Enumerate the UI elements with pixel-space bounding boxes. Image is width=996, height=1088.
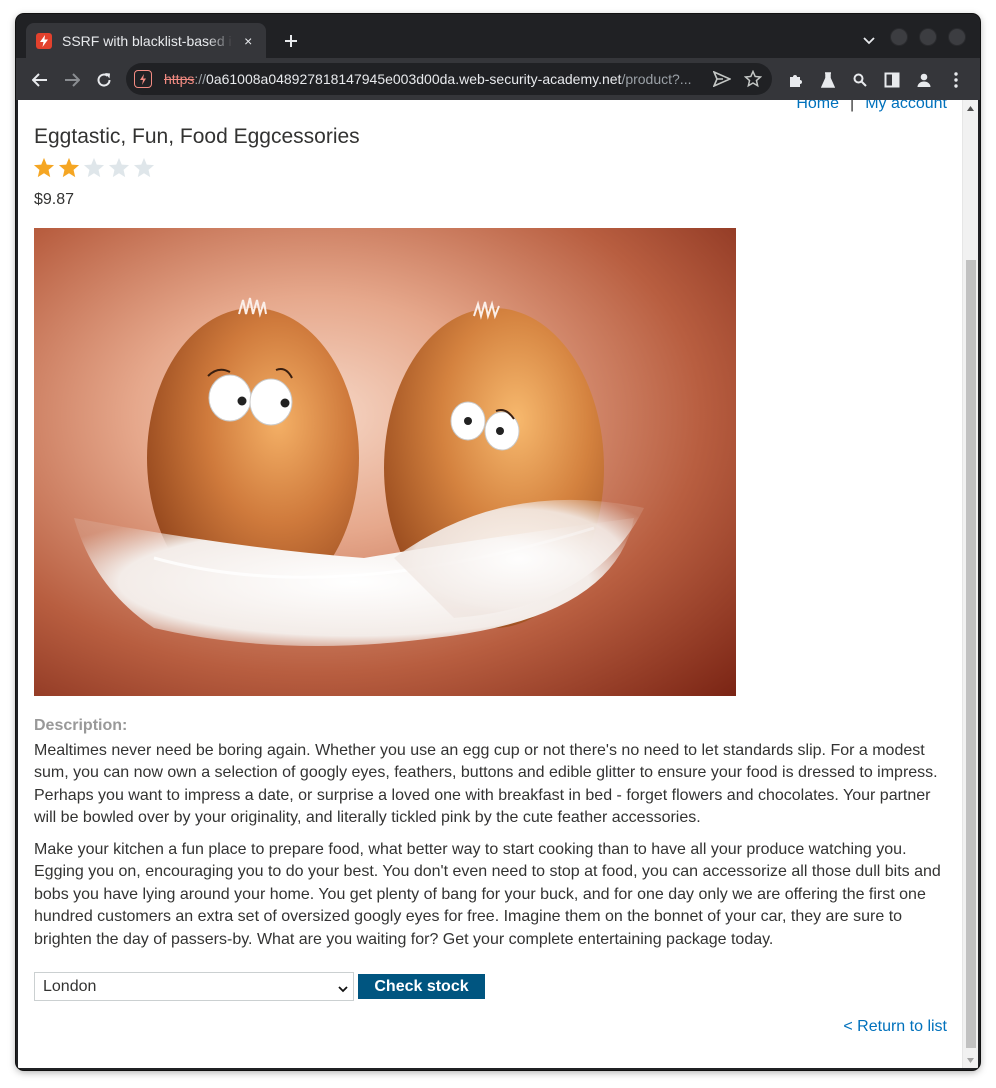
minimize-button[interactable] — [890, 28, 908, 46]
new-tab-button[interactable] — [278, 28, 304, 54]
product-price: $9.87 — [34, 191, 75, 208]
my-account-link[interactable]: My account — [865, 100, 947, 113]
browser-toolbar: https://0a61008a048927818147945e003d00da… — [16, 58, 980, 100]
tab-strip: SSRF with blacklist-based input filter × — [16, 14, 980, 58]
description-paragraph-1: Mealtimes never need be boring again. Wh… — [34, 742, 938, 827]
maximize-button[interactable] — [919, 28, 937, 46]
search-icon[interactable] — [848, 68, 872, 92]
vertical-scrollbar[interactable] — [962, 100, 978, 1068]
scrollbar-thumb[interactable] — [966, 260, 976, 1048]
browser-tab[interactable]: SSRF with blacklist-based input filter × — [26, 23, 266, 58]
close-window-button[interactable] — [948, 28, 966, 46]
check-stock-button[interactable]: Check stock — [358, 974, 485, 999]
scroll-up-arrow-icon[interactable] — [963, 100, 978, 116]
chevron-down-icon — [338, 981, 348, 999]
forward-icon[interactable] — [58, 66, 86, 94]
side-panel-icon[interactable] — [880, 68, 904, 92]
tab-title: SSRF with blacklist-based input filter — [62, 32, 233, 49]
browser-window: SSRF with blacklist-based input filter ×… — [16, 14, 980, 1070]
scroll-down-arrow-icon[interactable] — [963, 1052, 978, 1068]
lab-favicon-icon — [36, 32, 52, 49]
url-scheme: https — [164, 71, 195, 87]
tab-close-icon[interactable]: × — [241, 33, 257, 49]
stock-check-form: London Check stock — [34, 972, 485, 1001]
top-nav: Home | My account — [796, 100, 947, 113]
product-page: Home | My account Eggtastic, Fun, Food E… — [18, 100, 962, 1068]
store-select[interactable]: London — [34, 972, 354, 1001]
home-link[interactable]: Home — [796, 100, 839, 113]
star-filled-icon — [58, 157, 83, 179]
bookmark-star-icon[interactable] — [742, 68, 764, 90]
product-image — [34, 228, 736, 696]
back-icon[interactable] — [26, 66, 54, 94]
url-separator: :// — [194, 71, 207, 87]
description-paragraph-2: Make your kitchen a fun place to prepare… — [34, 841, 941, 948]
not-secure-icon[interactable] — [134, 70, 152, 88]
nav-separator: | — [850, 100, 855, 112]
address-bar[interactable]: https://0a61008a048927818147945e003d00da… — [126, 63, 772, 95]
kebab-menu-icon[interactable] — [944, 68, 968, 92]
star-empty-icon — [108, 157, 133, 179]
profile-avatar-icon[interactable] — [912, 68, 936, 92]
url-text[interactable]: https://0a61008a048927818147945e003d00da… — [164, 71, 701, 87]
return-to-list-link[interactable]: < Return to list — [843, 1018, 947, 1036]
url-host: 0a61008a048927818147945e003d00da.web-sec… — [206, 71, 622, 87]
star-empty-icon — [83, 157, 108, 179]
send-tab-icon[interactable] — [711, 68, 733, 90]
reload-icon[interactable] — [90, 66, 118, 94]
url-path: /product?... — [621, 71, 692, 87]
store-select-value: London — [43, 977, 97, 995]
tab-search-chevron-icon[interactable] — [858, 30, 880, 52]
product-title: Eggtastic, Fun, Food Eggcessories — [34, 125, 360, 148]
description-label: Description: — [34, 717, 128, 734]
star-filled-icon — [33, 157, 58, 179]
star-empty-icon — [133, 157, 158, 179]
extensions-puzzle-icon[interactable] — [784, 68, 808, 92]
page-viewport: Home | My account Eggtastic, Fun, Food E… — [18, 100, 978, 1068]
star-rating — [33, 157, 158, 179]
labs-flask-icon[interactable] — [816, 68, 840, 92]
